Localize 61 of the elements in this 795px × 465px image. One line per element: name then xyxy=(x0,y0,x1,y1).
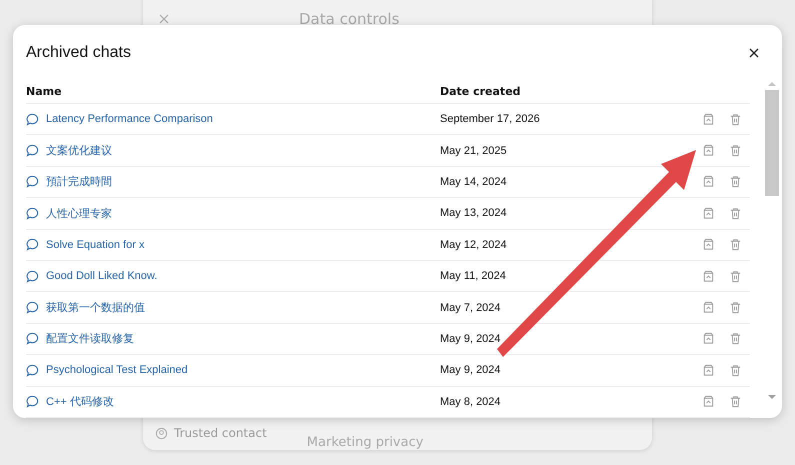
chat-link[interactable]: C++ 代码修改 xyxy=(46,394,114,410)
scrollbar-thumb[interactable] xyxy=(765,90,779,196)
column-header: Name xyxy=(26,84,63,98)
close-icon xyxy=(159,14,169,24)
scroll-down-icon[interactable] xyxy=(768,394,776,400)
unarchive-icon[interactable] xyxy=(702,270,715,283)
setting-label: Marketing privacy xyxy=(306,435,424,450)
unarchive-icon[interactable] xyxy=(702,175,715,188)
chat-bubble-icon xyxy=(26,301,39,314)
dialog-title: Data controls xyxy=(299,10,400,28)
trash-icon[interactable] xyxy=(729,112,742,126)
chat-link[interactable]: Latency Performance Comparison xyxy=(46,113,213,126)
chat-link[interactable]: Good Doll Liked Know. xyxy=(46,270,158,282)
contact-icon xyxy=(155,426,168,440)
trash-icon[interactable] xyxy=(729,301,742,314)
date-cell-text: May 8, 2024 xyxy=(440,396,502,408)
chat-bubble-icon xyxy=(26,238,39,252)
chat-bubble-icon xyxy=(26,112,39,126)
chat-link[interactable]: Solve Equation for x xyxy=(46,238,144,251)
chat-link[interactable]: Psychological Test Explained xyxy=(46,364,188,376)
unarchive-icon[interactable] xyxy=(702,395,715,408)
unarchive-icon[interactable] xyxy=(702,332,715,346)
trash-icon[interactable] xyxy=(729,238,742,252)
trash-icon[interactable] xyxy=(729,395,742,408)
close-icon xyxy=(749,48,759,58)
unarchive-icon[interactable] xyxy=(702,364,715,377)
trash-icon[interactable] xyxy=(729,364,742,377)
date-cell-text: May 9, 2024 xyxy=(440,364,502,376)
unarchive-icon[interactable] xyxy=(702,144,715,158)
date-cell-text: May 14, 2024 xyxy=(440,176,508,188)
date-cell-text: May 7, 2024 xyxy=(440,302,502,314)
column-header: Date created xyxy=(440,84,522,98)
date-cell-text: May 9, 2024 xyxy=(440,332,502,345)
chat-link[interactable]: 配置文件读取修复 xyxy=(46,331,134,346)
trash-icon[interactable] xyxy=(729,144,742,158)
chat-bubble-icon xyxy=(26,144,39,158)
date-cell-text: May 21, 2025 xyxy=(440,144,508,157)
trash-icon[interactable] xyxy=(729,206,742,220)
chat-bubble-icon xyxy=(26,395,39,408)
date-cell-text: May 13, 2024 xyxy=(440,207,508,220)
date-cell-text: September 17, 2026 xyxy=(440,113,541,126)
dialog-title: Archived chats xyxy=(26,44,131,62)
unarchive-icon[interactable] xyxy=(702,238,715,252)
date-cell-text: May 11, 2024 xyxy=(440,270,507,282)
scroll-up-icon[interactable] xyxy=(768,81,776,87)
chat-bubble-icon xyxy=(26,175,39,188)
trash-icon[interactable] xyxy=(729,270,742,283)
trash-icon[interactable] xyxy=(729,175,742,188)
chat-link[interactable]: 人性心理专家 xyxy=(46,206,112,221)
unarchive-icon[interactable] xyxy=(702,206,715,220)
chat-bubble-icon xyxy=(26,364,39,377)
chat-bubble-icon xyxy=(26,332,39,346)
trash-icon[interactable] xyxy=(729,332,742,346)
chat-link[interactable]: 預計完成時間 xyxy=(46,174,112,190)
chat-bubble-icon xyxy=(26,206,39,220)
date-cell-text: May 12, 2024 xyxy=(440,238,508,251)
unarchive-icon[interactable] xyxy=(702,112,715,126)
unarchive-icon[interactable] xyxy=(702,301,715,314)
chat-link[interactable]: 获取第一个数据的值 xyxy=(46,300,145,316)
chat-bubble-icon xyxy=(26,270,39,283)
chat-link[interactable]: 文案优化建议 xyxy=(46,143,112,158)
